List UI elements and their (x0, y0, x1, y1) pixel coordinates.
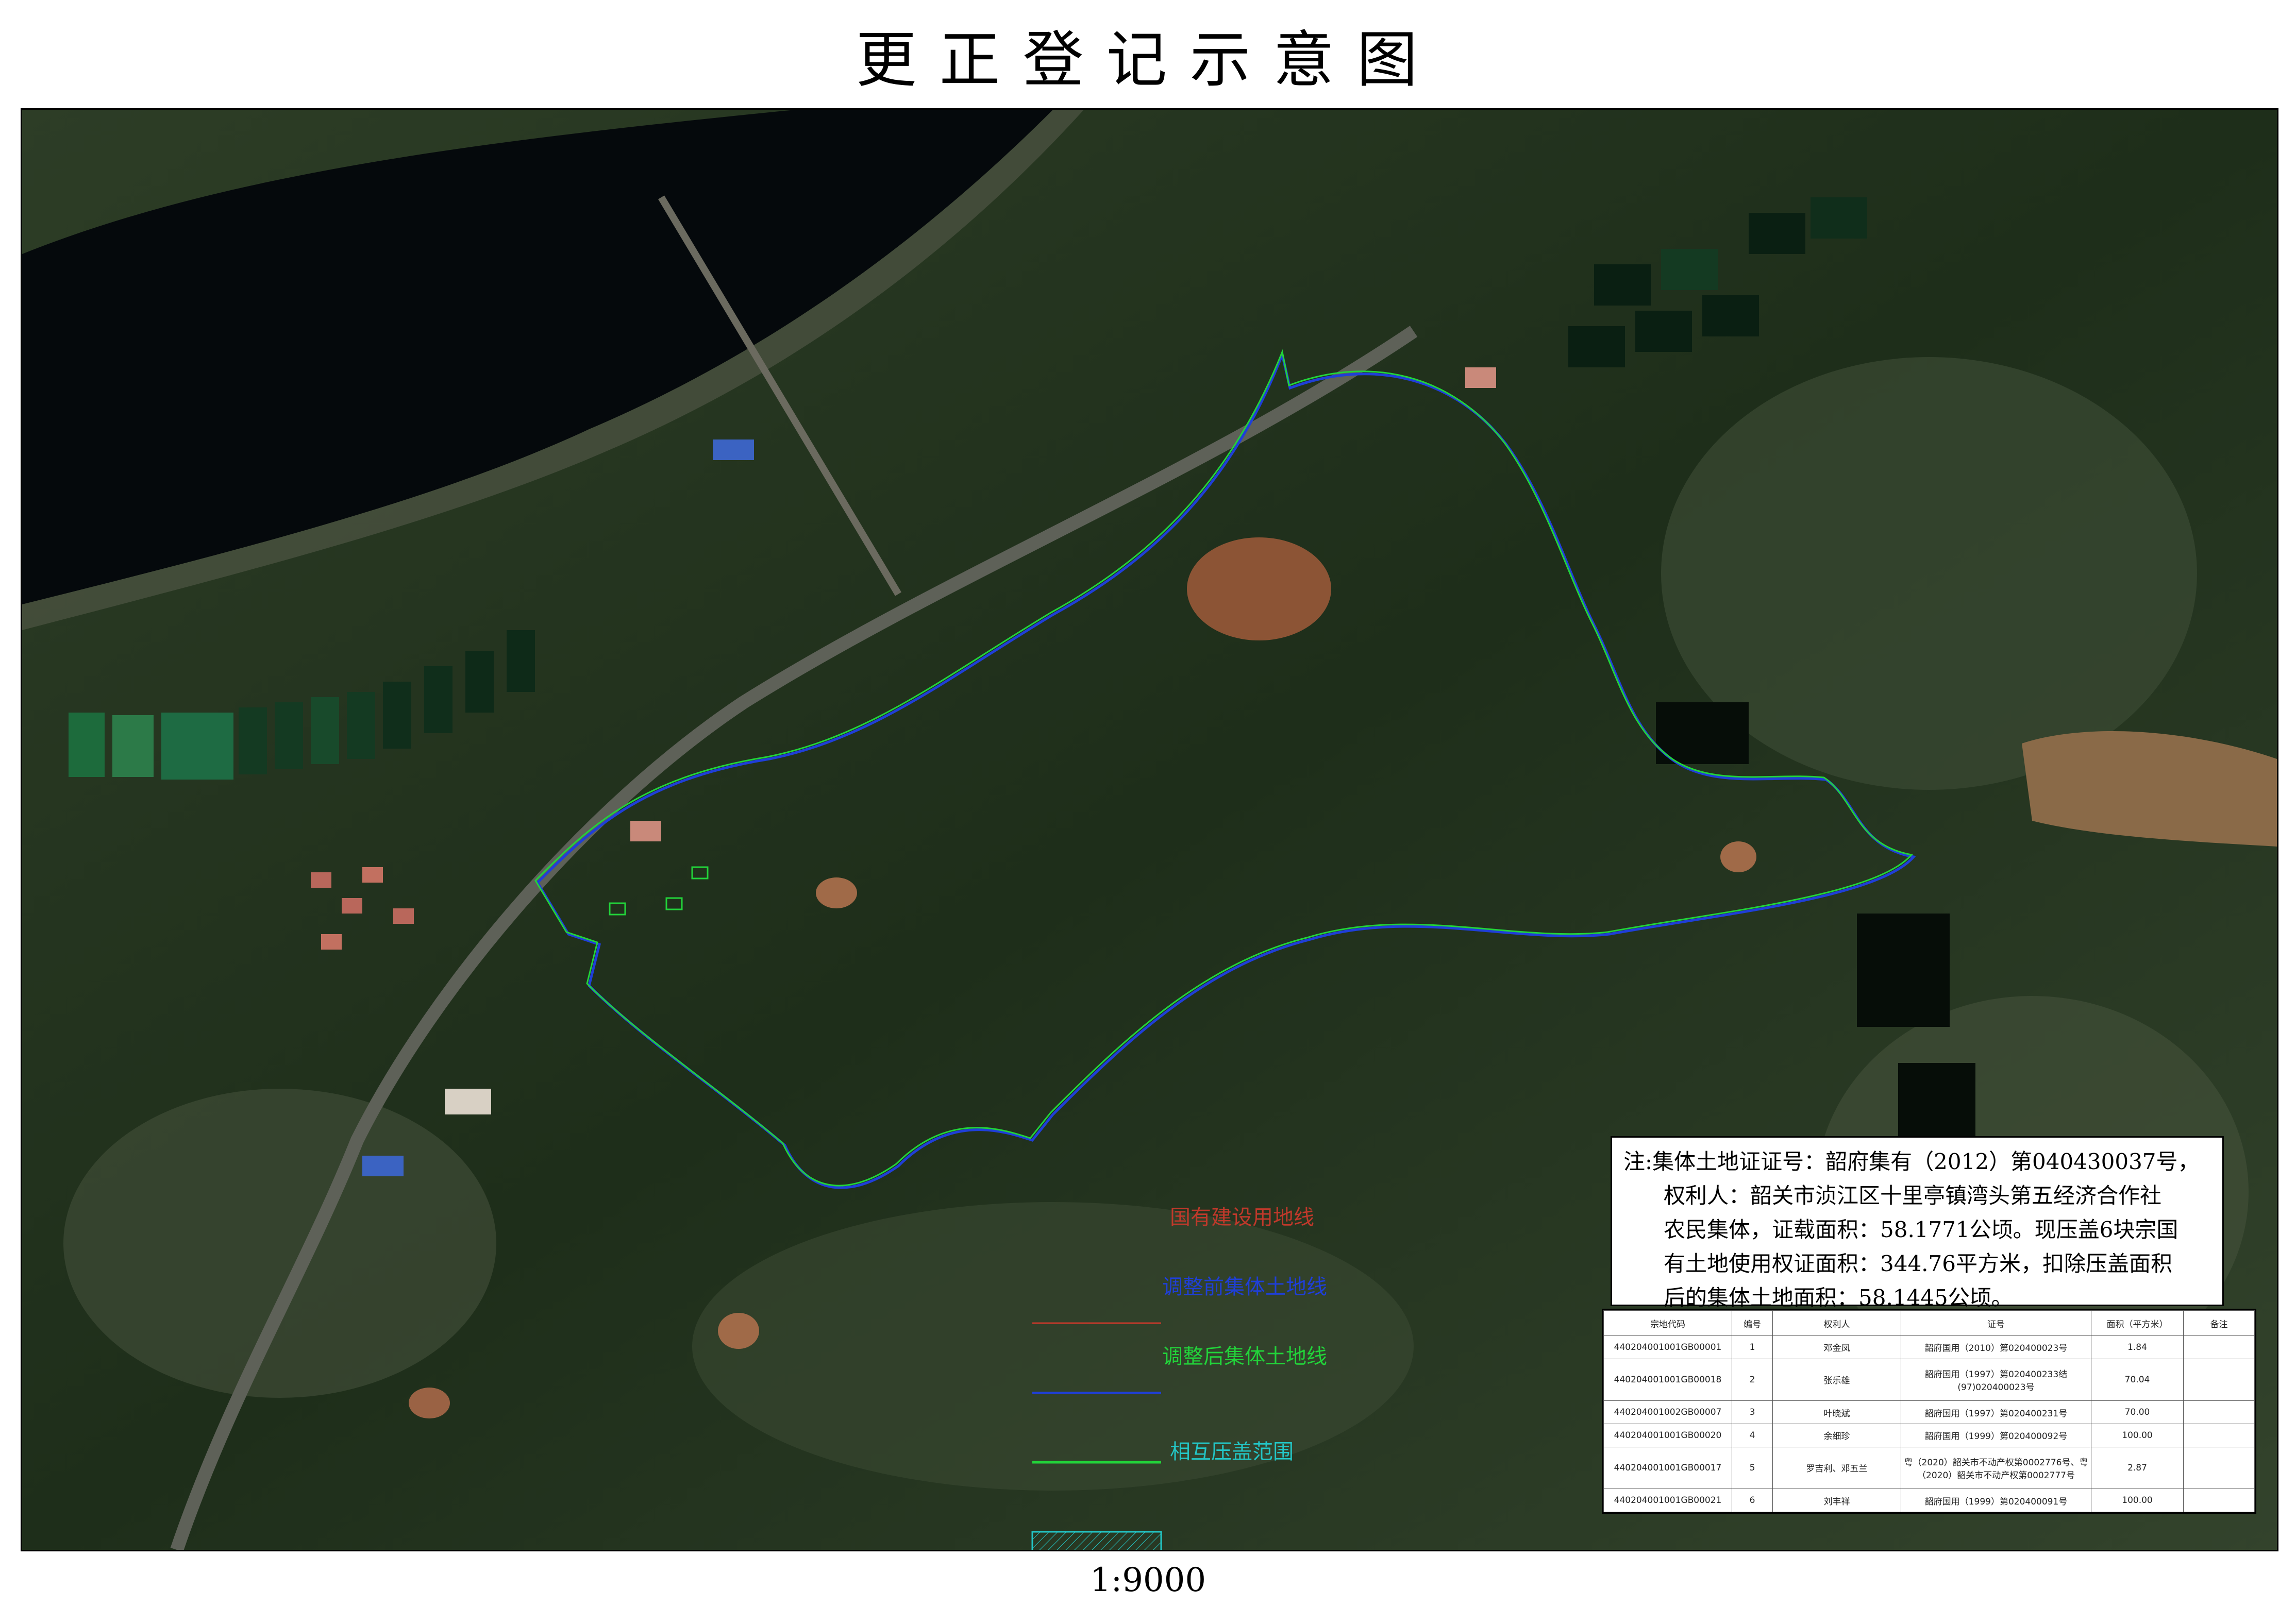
cell-parcel-code: 440204001001GB00017 (1603, 1446, 1732, 1490)
cell-number: 4 (1732, 1423, 1773, 1447)
note-line-1: 注:集体土地证证号：韶府集有（2012）第040430037号， (1623, 1149, 2200, 1174)
cell-remark (2183, 1423, 2255, 1447)
cell-area: 100.00 (2091, 1489, 2184, 1512)
cell-area: 70.00 (2091, 1400, 2184, 1424)
bare-patch (1720, 841, 1756, 872)
legend-symbol-overlap (1031, 1531, 1162, 1550)
cell-certificate: 粤（2020）韶关市不动产权第0002776号、粤（2020）韶关市不动产权第0… (1901, 1446, 2091, 1490)
cell-area: 70.04 (2091, 1358, 2184, 1401)
cell-number: 1 (1732, 1335, 1773, 1359)
cell-certificate: 韶府国用（1999）第020400091号 (1901, 1489, 2091, 1512)
overlap-parcel-table: 宗地代码 编号 权利人 证号 面积（平方米） 备注 440204001001GB… (1602, 1309, 2256, 1514)
table-header-row: 宗地代码 编号 权利人 证号 面积（平方米） 备注 (1603, 1310, 2255, 1336)
hill-patch (63, 1089, 496, 1398)
cell-remark (2183, 1446, 2255, 1490)
cell-owner: 叶晓斌 (1772, 1400, 1901, 1424)
cell-certificate: 韶府国用（1997）第020400231号 (1901, 1400, 2091, 1424)
cell-area: 2.87 (2091, 1446, 2184, 1490)
table-row: 440204001001GB00021 6 刘丰祥 韶府国用（1999）第020… (1603, 1489, 2255, 1512)
col-header-owner: 权利人 (1772, 1310, 1901, 1336)
bare-patch (409, 1388, 450, 1418)
cell-remark (2183, 1335, 2255, 1359)
timber-yard (1187, 537, 1331, 640)
legend-label-state-land: 国有建设用地线 (1170, 1206, 1314, 1229)
cell-parcel-code: 440204001001GB00018 (1603, 1358, 1732, 1401)
cell-remark (2183, 1489, 2255, 1512)
cell-owner: 罗吉利、邓五兰 (1772, 1446, 1901, 1490)
table-row: 440204001002GB00007 3 叶晓斌 韶府国用（1997）第020… (1603, 1400, 2255, 1424)
cell-owner: 张乐雄 (1772, 1358, 1901, 1401)
cell-area: 1.84 (2091, 1335, 2184, 1359)
note-line-4: 有土地使用权证面积：344.76平方米，扣除压盖面积 (1664, 1251, 2172, 1276)
table-row: 440204001001GB00018 2 张乐雄 韶府国用（1997）第020… (1603, 1358, 2255, 1401)
map-scale: 1:9000 (1090, 1561, 1206, 1599)
col-header-remark: 备注 (2183, 1310, 2255, 1336)
cell-parcel-code: 440204001002GB00007 (1603, 1400, 1732, 1424)
note-box: 注:集体土地证证号：韶府集有（2012）第040430037号， 权利人：韶关市… (1611, 1136, 2224, 1310)
col-header-area: 面积（平方米） (2091, 1310, 2184, 1336)
note-line-2: 权利人：韶关市浈江区十里亭镇湾头第五经济合作社 (1664, 1183, 2162, 1208)
cell-number: 5 (1732, 1446, 1773, 1490)
cell-remark (2183, 1400, 2255, 1424)
col-header-number: 编号 (1732, 1310, 1773, 1336)
cell-number: 2 (1732, 1358, 1773, 1401)
col-header-certificate: 证号 (1901, 1310, 2091, 1336)
cell-area: 100.00 (2091, 1423, 2184, 1447)
table-row: 440204001001GB00020 4 余细珍 韶府国用（1999）第020… (1603, 1423, 2255, 1447)
bare-patch (718, 1313, 759, 1349)
cell-parcel-code: 440204001001GB00001 (1603, 1335, 1732, 1359)
cell-parcel-code: 440204001001GB00020 (1603, 1423, 1732, 1447)
bare-patch (816, 877, 857, 908)
table-row: 440204001001GB00017 5 罗吉利、邓五兰 粤（2020）韶关市… (1603, 1446, 2255, 1490)
legend-label-after: 调整后集体土地线 (1162, 1345, 1327, 1368)
map-title: 更正登记示意图 (856, 24, 1440, 95)
legend-label-before: 调整前集体土地线 (1162, 1275, 1327, 1299)
col-header-parcel-code: 宗地代码 (1603, 1310, 1732, 1336)
cell-parcel-code: 440204001001GB00021 (1603, 1489, 1732, 1512)
cell-certificate: 韶府国用（2010）第020400023号 (1901, 1335, 2091, 1359)
note-line-3: 农民集体，证载面积：58.1771公顷。现压盖6块宗国 (1664, 1217, 2178, 1242)
cell-number: 6 (1732, 1489, 1773, 1512)
table-row: 440204001001GB00001 1 邓金凤 韶府国用（2010）第020… (1603, 1335, 2255, 1359)
cell-certificate: 韶府国用（1997）第020400233结(97)020400023号 (1901, 1358, 2091, 1401)
cell-remark (2183, 1358, 2255, 1401)
cell-owner: 刘丰祥 (1772, 1489, 1901, 1512)
cell-certificate: 韶府国用（1999）第020400092号 (1901, 1423, 2091, 1447)
legend-label-overlap: 相互压盖范围 (1170, 1440, 1294, 1464)
cell-number: 3 (1732, 1400, 1773, 1424)
cell-owner: 邓金凤 (1772, 1335, 1901, 1359)
cell-owner: 余细珍 (1772, 1423, 1901, 1447)
